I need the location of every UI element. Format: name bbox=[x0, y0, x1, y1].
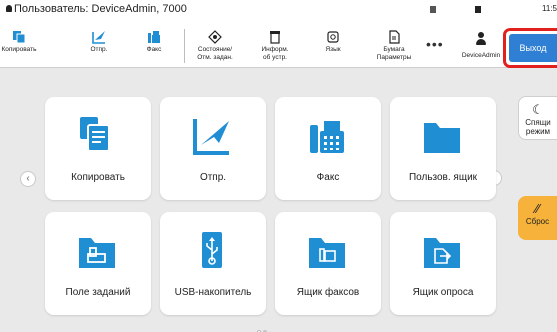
reset-button[interactable]: ⁄⁄ Сброс bbox=[518, 196, 557, 240]
language-button[interactable]: Язык bbox=[310, 30, 356, 66]
device-info-label-1: Информ. bbox=[261, 46, 289, 53]
send-tile[interactable]: Отпр. bbox=[160, 97, 266, 200]
device-info-button[interactable]: Информ. об устр. bbox=[252, 30, 298, 66]
status-button-label-2: Отм. задан. bbox=[197, 53, 233, 61]
user-line-text: Пользователь: DeviceAdmin, 7000 bbox=[14, 3, 187, 15]
usb-tile[interactable]: USB-накопитель bbox=[160, 212, 266, 315]
moon-icon: ☾ bbox=[532, 102, 544, 117]
fax-button-label: Факс bbox=[146, 46, 162, 53]
sleep-button[interactable]: ☾ Спящи режим bbox=[518, 96, 557, 140]
copy-tile-label: Копировать bbox=[71, 172, 125, 183]
paper-settings-button[interactable]: Бумага Параметры bbox=[371, 30, 417, 66]
copy-icon bbox=[80, 117, 110, 152]
reset-icon: ⁄⁄ bbox=[535, 201, 540, 216]
language-icon bbox=[327, 31, 339, 43]
copy-icon bbox=[13, 31, 26, 44]
status-button[interactable]: Состояние/ Отм. задан. bbox=[192, 30, 238, 66]
user-button[interactable]: DeviceAdmin bbox=[455, 30, 507, 66]
job-box-tile-label: Поле заданий bbox=[65, 287, 131, 298]
fax-button[interactable]: Факс bbox=[131, 30, 177, 66]
usb-icon bbox=[202, 232, 222, 268]
folder-icon bbox=[424, 123, 460, 153]
fax-tile-label: Факс bbox=[316, 172, 340, 183]
polling-box-tile-label: Ящик опроса bbox=[412, 287, 474, 298]
job-box-tile[interactable]: Поле заданий bbox=[45, 212, 151, 315]
copy-button-label: Копировать bbox=[1, 46, 37, 53]
device-info-label-2: об устр. bbox=[263, 53, 287, 61]
paper-settings-label-2: Параметры bbox=[376, 53, 412, 61]
toner-status-icon bbox=[430, 6, 436, 13]
sleep-label-1: Спящи bbox=[525, 118, 551, 127]
status-button-label-1: Состояние/ bbox=[197, 46, 233, 53]
user-body-icon bbox=[476, 39, 486, 45]
custom-box-tile[interactable]: Пользов. ящик bbox=[390, 97, 496, 200]
sleep-label-2: режим bbox=[525, 127, 551, 136]
user-icon bbox=[6, 5, 12, 12]
top-bar: Пользователь: DeviceAdmin, 7000 11:5 Коп… bbox=[0, 0, 557, 68]
page-left-button[interactable]: ‹ bbox=[20, 171, 36, 187]
toolbar-divider bbox=[184, 29, 185, 63]
device-status-icon bbox=[475, 6, 481, 13]
language-button-label: Язык bbox=[325, 46, 341, 53]
job-box-icon bbox=[79, 238, 115, 268]
paper-settings-label-1: Бумага bbox=[383, 46, 405, 53]
send-tile-label: Отпр. bbox=[199, 172, 227, 183]
user-button-label: DeviceAdmin bbox=[461, 52, 501, 59]
user-line: Пользователь: DeviceAdmin, 7000 bbox=[6, 3, 187, 15]
fax-box-tile[interactable]: Ящик факсов bbox=[275, 212, 381, 315]
fax-icon bbox=[310, 121, 344, 153]
polling-box-icon bbox=[424, 238, 460, 268]
user-head-icon bbox=[478, 32, 484, 38]
paper-icon bbox=[389, 30, 400, 44]
fax-icon bbox=[148, 31, 160, 43]
page-indicator bbox=[256, 321, 268, 332]
logout-button[interactable]: Выход bbox=[509, 34, 557, 62]
logout-highlight: Выход bbox=[503, 28, 557, 68]
reset-label: Сброс bbox=[525, 217, 550, 226]
more-button[interactable]: ••• bbox=[426, 36, 444, 52]
usb-tile-label: USB-накопитель bbox=[174, 287, 252, 298]
fax-box-tile-label: Ящик факсов bbox=[296, 287, 360, 298]
send-button-label: Отпр. bbox=[90, 46, 108, 53]
clock: 11:5 bbox=[542, 4, 557, 13]
send-icon bbox=[193, 119, 229, 155]
status-icon bbox=[208, 30, 222, 44]
fax-box-icon bbox=[309, 238, 345, 268]
fax-tile[interactable]: Факс bbox=[275, 97, 381, 200]
send-icon bbox=[92, 31, 105, 44]
copy-button[interactable]: Копировать bbox=[0, 30, 42, 66]
polling-box-tile[interactable]: Ящик опроса bbox=[390, 212, 496, 315]
device-info-icon bbox=[270, 31, 280, 44]
custom-box-tile-label: Пользов. ящик bbox=[408, 172, 478, 183]
copy-tile[interactable]: Копировать bbox=[45, 97, 151, 200]
send-button[interactable]: Отпр. bbox=[76, 30, 122, 66]
